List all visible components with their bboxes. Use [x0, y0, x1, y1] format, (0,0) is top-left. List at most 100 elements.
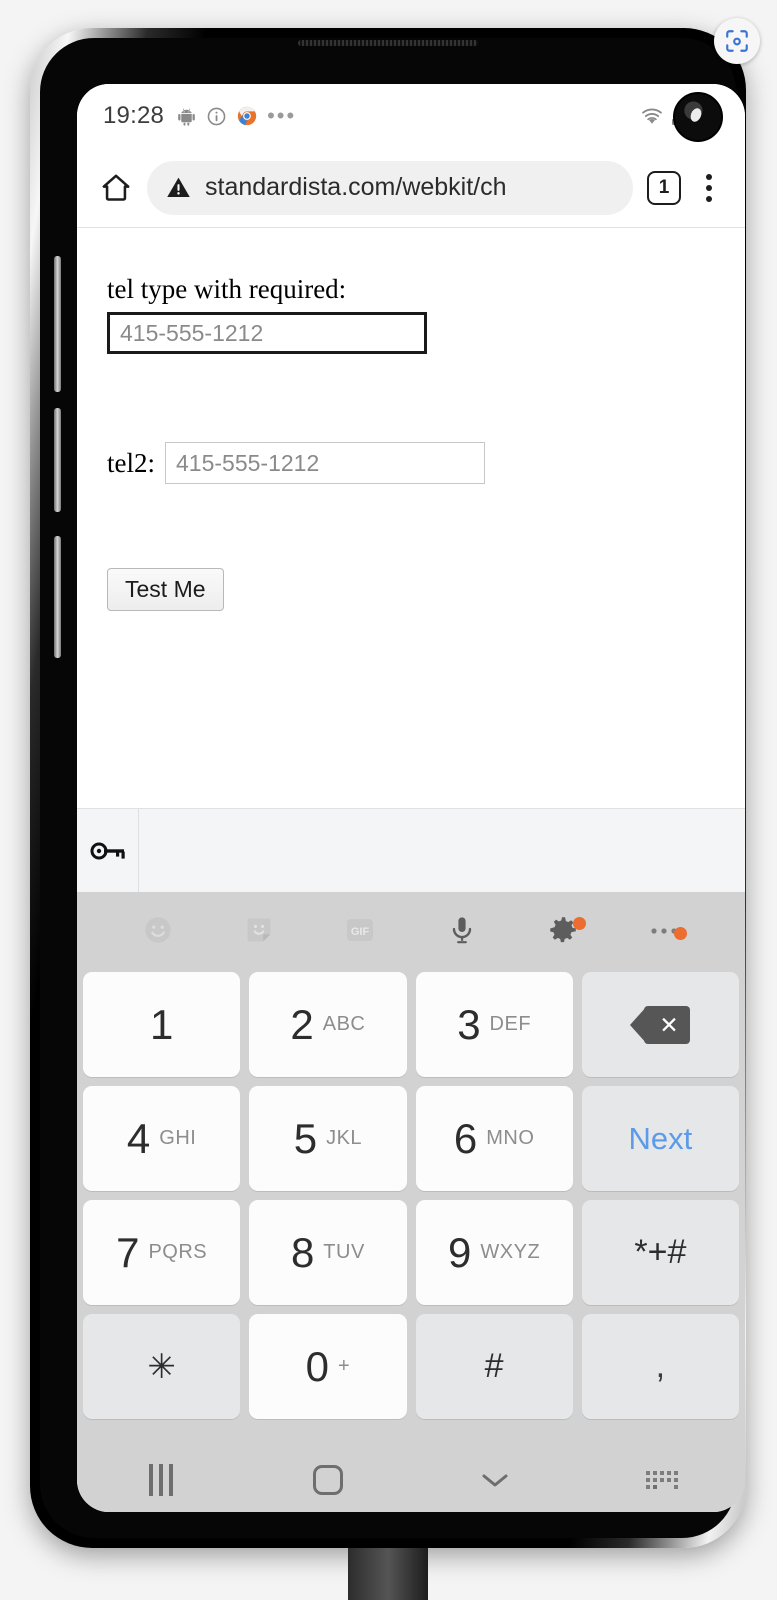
key-digit: 8	[290, 1228, 315, 1276]
key-digit: 9	[448, 1228, 472, 1276]
tab-counter-value: 1	[658, 176, 670, 198]
tab-counter-button[interactable]: 1	[647, 170, 681, 205]
key-letters: JKL	[326, 1127, 363, 1149]
browser-toolbar: standardista.com/webkit/ch 1	[77, 148, 745, 228]
url-text: standardista.com/webkit/ch	[205, 173, 507, 201]
key-7[interactable]: 7 PQRS	[83, 1200, 241, 1305]
next-label: Next	[628, 1120, 693, 1156]
key-digit: 6	[453, 1114, 478, 1162]
volume-down-button[interactable]	[54, 408, 61, 512]
keypad-row: ✳ 0 + # ,	[83, 1314, 739, 1419]
key-digit: 0	[305, 1342, 329, 1390]
tel2-row: tel2: 415-555-1212	[107, 442, 745, 484]
key-3[interactable]: 3 DEF	[415, 972, 573, 1077]
emoji-button[interactable]	[107, 913, 208, 947]
earpiece-speaker	[298, 40, 478, 46]
key-symbol: ,	[655, 1347, 666, 1385]
tel2-placeholder: 415-555-1212	[176, 449, 320, 476]
screenshot-scan-icon	[726, 30, 748, 52]
key-hash[interactable]: #	[415, 1314, 573, 1419]
key-digit: 4	[126, 1114, 151, 1162]
tel2-label: tel2:	[107, 447, 155, 478]
volume-up-button[interactable]	[54, 256, 61, 392]
key-letters: MNO	[486, 1127, 535, 1149]
key-digit: 7	[116, 1228, 140, 1276]
keyboard-more-button[interactable]	[614, 923, 715, 940]
key-asterisk[interactable]: ✳	[83, 1314, 241, 1419]
more-notifications-icon: •••	[267, 103, 297, 128]
key-backspace[interactable]: ✕	[581, 972, 739, 1077]
key-6[interactable]: 6 MNO	[415, 1086, 573, 1191]
keyboard-switch-icon	[645, 1471, 678, 1489]
key-letters: DEF	[489, 1013, 532, 1035]
key-letters: GHI	[159, 1127, 197, 1149]
password-key-icon	[90, 842, 125, 859]
keyboard-toolbar: GIF	[77, 892, 745, 968]
key-digit: 2	[290, 1000, 314, 1048]
key-symbol: *+#	[634, 1233, 687, 1271]
key-symbol: ✳	[147, 1347, 176, 1386]
microphone-icon	[452, 917, 471, 944]
power-button[interactable]	[54, 536, 61, 658]
wifi-icon	[642, 108, 662, 124]
key-8[interactable]: 8 TUV	[249, 1200, 407, 1305]
settings-badge-dot	[572, 917, 586, 930]
tel1-label: tel type with required:	[107, 274, 347, 304]
key-symbols[interactable]: *+#	[581, 1200, 739, 1305]
keyboard: GIF 1 2 ABC 3 DEF ✕ 4 GHI 5 JKL 6 MNO Ne…	[77, 892, 745, 1512]
key-9[interactable]: 9 WXYZ	[415, 1200, 573, 1305]
sticker-button[interactable]	[208, 913, 309, 947]
submit-row: Test Me	[107, 568, 745, 611]
key-letters: ABC	[322, 1013, 366, 1035]
overflow-menu-icon[interactable]	[691, 173, 727, 202]
recents-button[interactable]	[77, 1464, 244, 1496]
autofill-suggestions-area[interactable]	[139, 809, 745, 892]
key-letters: PQRS	[148, 1241, 208, 1263]
key-4[interactable]: 4 GHI	[83, 1086, 241, 1191]
key-digit: 3	[457, 1000, 481, 1048]
keypad-row: 7 PQRS 8 TUV 9 WXYZ *+#	[83, 1200, 739, 1305]
scan-fab-button[interactable]	[714, 18, 760, 64]
gif-button[interactable]: GIF	[310, 913, 411, 947]
home-nav-icon	[312, 1465, 343, 1495]
keypad: 1 2 ABC 3 DEF ✕ 4 GHI 5 JKL 6 MNO Next 7…	[77, 968, 745, 1434]
key-plus: +	[337, 1355, 351, 1377]
emoji-icon	[144, 917, 171, 943]
web-content: tel type with required: 415-555-1212 tel…	[77, 228, 745, 808]
key-2[interactable]: 2 ABC	[249, 972, 407, 1077]
autofill-bar	[77, 808, 745, 892]
hide-keyboard-chevron-icon	[482, 1474, 507, 1487]
chrome-icon	[237, 106, 257, 126]
phone-screen: 19:28 ••• standardista.com/webkit/ch 1 t…	[77, 84, 745, 1512]
tel1-placeholder: 415-555-1212	[120, 319, 264, 346]
tel1-input[interactable]: 415-555-1212	[107, 312, 427, 354]
keyboard-switch-button[interactable]	[578, 1471, 745, 1489]
voice-input-button[interactable]	[411, 914, 512, 946]
key-0[interactable]: 0 +	[249, 1314, 407, 1419]
key-1[interactable]: 1	[83, 972, 241, 1077]
tel2-input[interactable]: 415-555-1212	[165, 442, 485, 484]
url-bar[interactable]: standardista.com/webkit/ch	[147, 160, 633, 215]
key-digit: 5	[293, 1114, 318, 1162]
key-symbol: #	[484, 1347, 504, 1385]
phone-device: 19:28 ••• standardista.com/webkit/ch 1 t…	[30, 28, 746, 1548]
home-icon[interactable]	[99, 171, 133, 205]
home-button[interactable]	[244, 1465, 411, 1495]
key-next[interactable]: Next	[581, 1086, 739, 1191]
more-badge-dot	[673, 927, 687, 940]
navigation-bar	[77, 1434, 745, 1512]
hide-keyboard-button[interactable]	[411, 1470, 578, 1490]
svg-text:GIF: GIF	[351, 926, 370, 938]
sticker-icon	[247, 918, 271, 942]
key-letters: WXYZ	[480, 1241, 541, 1263]
test-me-button[interactable]: Test Me	[107, 568, 224, 611]
password-key-button[interactable]	[77, 809, 139, 892]
recents-icon	[148, 1464, 173, 1496]
key-letters: TUV	[323, 1241, 365, 1263]
key-comma[interactable]: ,	[581, 1314, 739, 1419]
keyboard-settings-button[interactable]	[512, 913, 613, 947]
info-icon	[207, 107, 226, 125]
gif-icon: GIF	[347, 919, 374, 941]
key-5[interactable]: 5 JKL	[249, 1086, 407, 1191]
backspace-icon: ✕	[630, 1005, 691, 1044]
